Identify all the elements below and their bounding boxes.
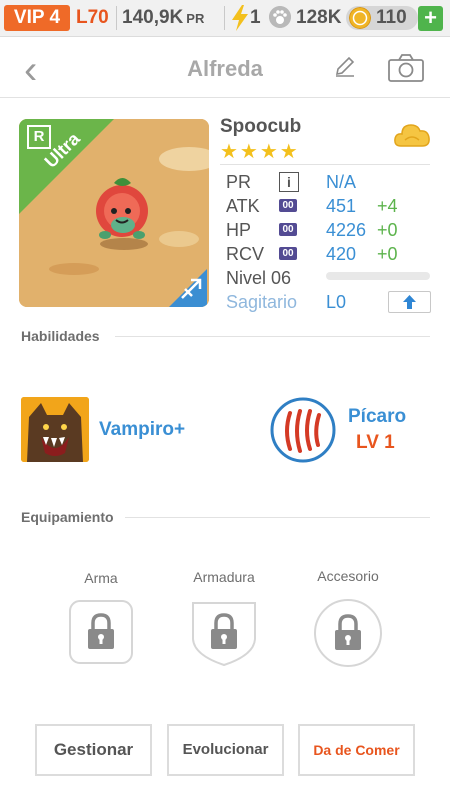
stat-label-hp: HP <box>226 220 252 240</box>
sign-level: L0 <box>326 292 347 312</box>
skill-level: LV 1 <box>356 432 395 453</box>
stat-badge-hp: 00 <box>279 223 297 236</box>
header-divider <box>0 97 450 98</box>
stat-label-rcv: RCV <box>226 244 265 264</box>
coin-icon <box>349 7 371 29</box>
stat-value-rcv: 420 <box>326 244 357 264</box>
camera-icon[interactable] <box>388 54 424 82</box>
stat-bonus-atk: +4 <box>377 196 398 216</box>
stat-value-atk: 451 <box>326 196 357 216</box>
paw-icon <box>269 6 291 28</box>
stat-bonus-hp: +0 <box>377 220 398 240</box>
rarity-letter-badge: R <box>27 125 51 149</box>
weapon-slot[interactable] <box>68 599 134 665</box>
claw-skill-icon[interactable] <box>270 397 336 463</box>
sagittarius-icon <box>181 278 202 299</box>
skills-section-title: Habilidades <box>21 328 100 344</box>
player-level: L70 <box>76 7 109 28</box>
skill-name-picaro[interactable]: Pícaro <box>348 406 406 428</box>
energy-count: 1 <box>250 7 261 28</box>
accessory-slot[interactable] <box>313 598 383 668</box>
power-unit: PR <box>186 11 205 26</box>
divider <box>224 6 225 30</box>
upgrade-button[interactable] <box>388 291 431 313</box>
details-divider <box>220 164 430 165</box>
armor-slot[interactable] <box>190 599 258 667</box>
stat-label-atk: ATK <box>226 196 260 216</box>
stat-badge-rcv: 00 <box>279 247 297 260</box>
vip-badge[interactable]: VIP 4 <box>4 5 70 31</box>
edit-pencil-icon[interactable] <box>334 56 356 78</box>
up-arrow-icon <box>403 295 416 309</box>
page-title: Alfreda <box>187 56 263 81</box>
stat-value-hp: 4226 <box>326 220 367 240</box>
stat-value-pr: N/A <box>326 172 357 192</box>
manage-button[interactable]: Gestionar <box>35 724 152 776</box>
divider <box>116 6 117 30</box>
vampiro-skill-image[interactable] <box>21 397 89 462</box>
accessory-label: Accesorio <box>317 568 379 584</box>
status-bar: VIP 4 L70 140,9K PR 1 128K 110 + <box>0 0 450 37</box>
info-icon[interactable]: i <box>279 172 299 192</box>
zodiac-sign: Sagitario <box>226 292 298 312</box>
power-rating: 140,9K PR <box>122 7 204 29</box>
equipment-section-title: Equipamiento <box>21 509 114 525</box>
pet-level: Nivel 06 <box>226 268 292 288</box>
feed-button[interactable]: Da de Comer <box>298 724 415 776</box>
evolve-button[interactable]: Evolucionar <box>167 724 284 776</box>
pet-species: Spoocub <box>220 116 302 137</box>
weapon-label: Arma <box>84 570 118 586</box>
skills-divider <box>115 336 430 337</box>
coin-count: 110 <box>376 7 407 28</box>
star-rating: ★★★★ <box>220 141 300 163</box>
armor-label: Armadura <box>193 569 255 585</box>
equipment-divider <box>125 517 430 518</box>
cloud-element-icon[interactable] <box>393 120 431 150</box>
stat-bonus-rcv: +0 <box>377 244 398 264</box>
stat-badge-atk: 00 <box>279 199 297 212</box>
add-coins-button[interactable]: + <box>418 6 443 31</box>
food-count: 128K <box>296 7 342 28</box>
energy-bolt-icon <box>232 5 248 31</box>
stat-label-pr: PR <box>226 172 252 192</box>
level-progress-bar <box>326 272 430 280</box>
skill-name-vampiro[interactable]: Vampiro+ <box>99 419 185 441</box>
power-value: 140,9K <box>122 7 184 28</box>
werewolf-icon <box>21 397 89 462</box>
